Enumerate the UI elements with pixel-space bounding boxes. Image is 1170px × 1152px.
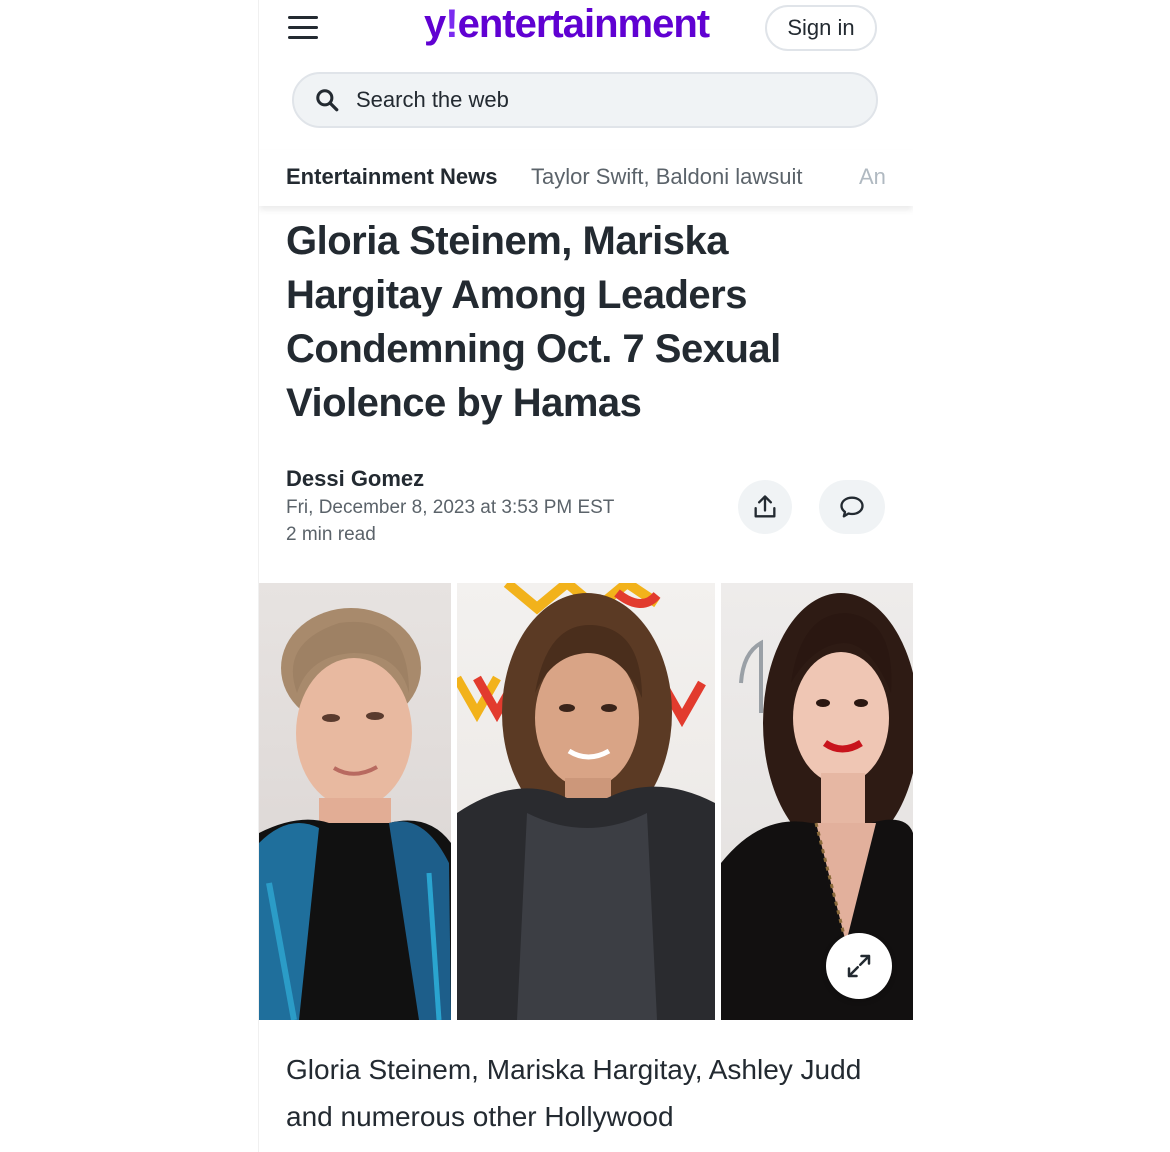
article-caption: Gloria Steinem, Mariska Hargitay, Ashley… — [286, 1054, 862, 1132]
tab-taylor-swift-baldoni[interactable]: Taylor Swift, Baldoni lawsuit — [531, 164, 802, 190]
article-page: y!entertainment Sign in Entertainment Ne… — [258, 0, 913, 1152]
sign-in-button[interactable]: Sign in — [765, 5, 877, 51]
search-bar[interactable] — [292, 72, 878, 128]
gloria-steinem-photo — [259, 583, 451, 1020]
author-name[interactable]: Dessi Gomez — [286, 466, 424, 492]
mariska-hargitay-photo — [457, 583, 715, 1020]
category-nav: Entertainment News Taylor Swift, Baldoni… — [259, 150, 913, 206]
tab-entertainment-news[interactable]: Entertainment News — [286, 164, 498, 190]
share-icon — [754, 495, 776, 518]
article-headline: Gloria Steinem, Mariska Hargitay Among L… — [286, 219, 781, 425]
logo-bang: ! — [445, 2, 458, 46]
comment-button[interactable] — [819, 480, 885, 534]
search-icon — [316, 89, 339, 112]
expand-icon — [847, 954, 871, 978]
comment-icon — [840, 496, 864, 518]
yahoo-entertainment-logo[interactable]: y! entertainment — [424, 2, 710, 52]
logo-text: entertainment — [457, 2, 710, 46]
hero-image[interactable] — [259, 583, 913, 1020]
logo-y: y — [424, 2, 446, 46]
search-input[interactable] — [354, 86, 838, 114]
tab-truncated[interactable]: An — [859, 164, 886, 190]
read-time: 2 min read — [286, 524, 376, 545]
share-button[interactable] — [738, 480, 792, 534]
hamburger-menu-icon[interactable] — [288, 16, 318, 42]
expand-image-button[interactable] — [826, 933, 892, 999]
publish-date: Fri, December 8, 2023 at 3:53 PM EST — [286, 497, 615, 518]
